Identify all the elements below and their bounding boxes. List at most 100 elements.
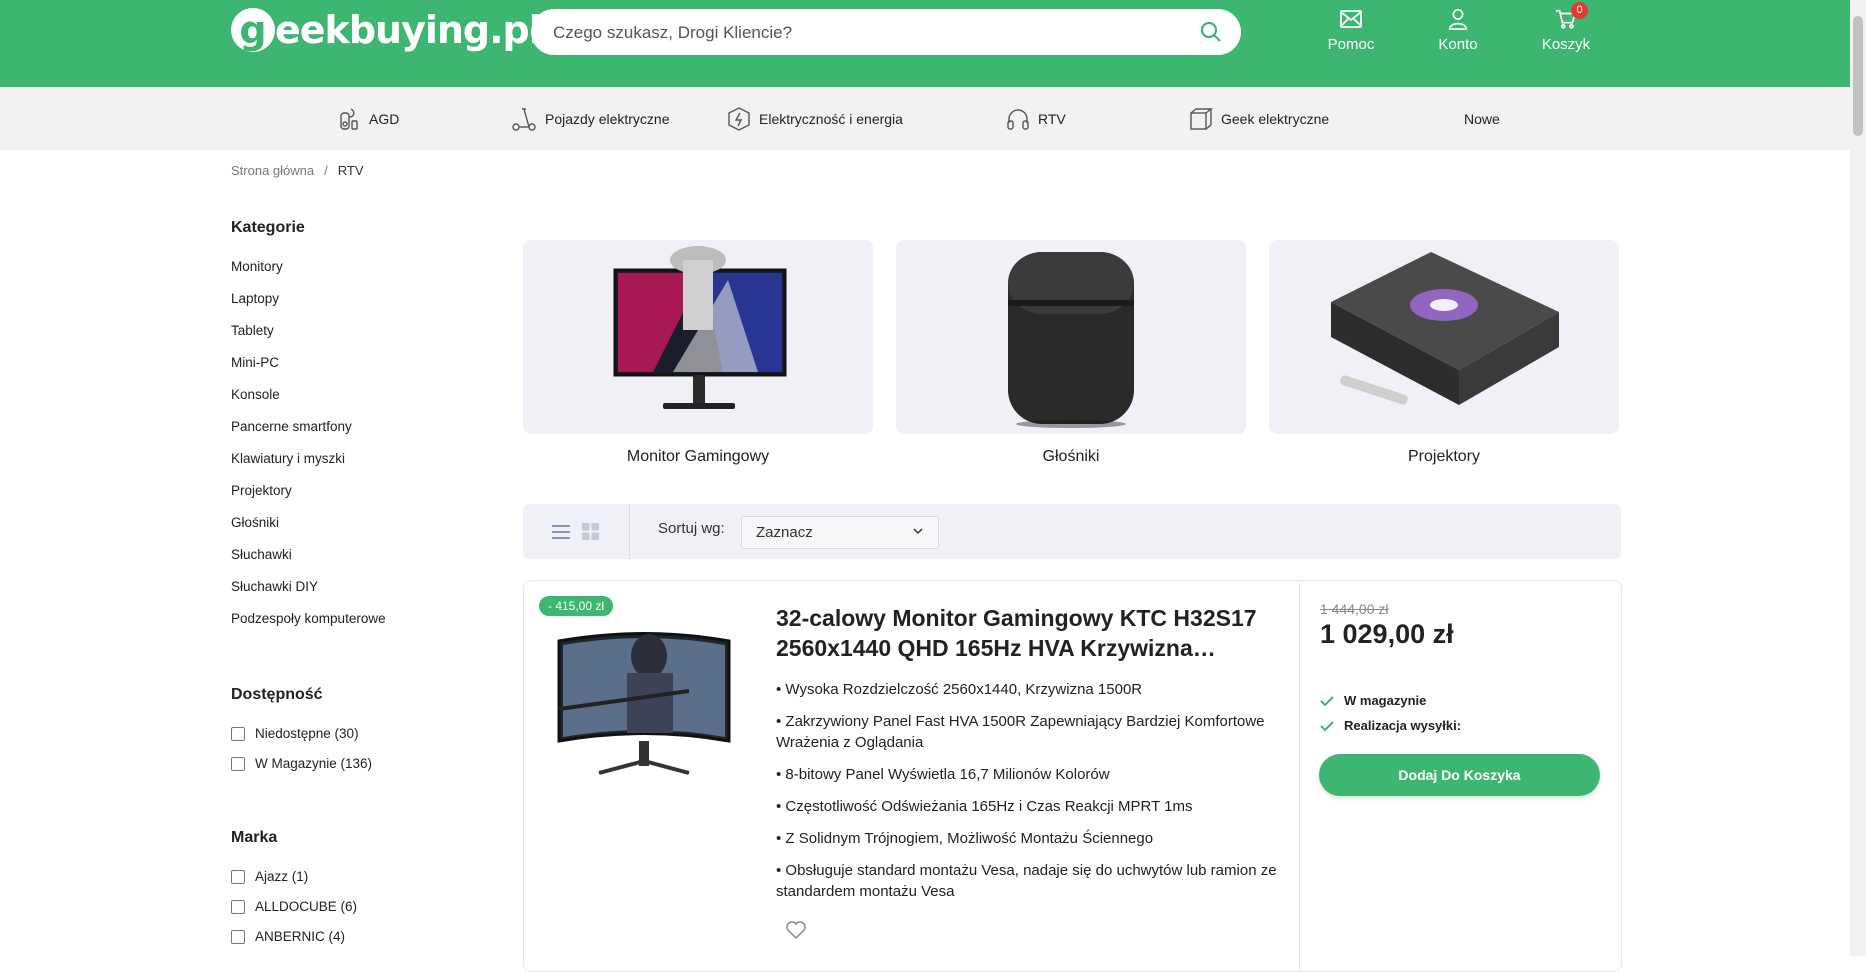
- feature-item: • Z Solidnym Trójnogiem, Możliwość Monta…: [776, 830, 1154, 847]
- category-card-label[interactable]: Projektory: [1269, 448, 1619, 466]
- category-card-projectors[interactable]: [1269, 240, 1619, 434]
- cart-label: Koszyk: [1541, 36, 1591, 53]
- help-label: Pomoc: [1327, 36, 1375, 53]
- category-card-label[interactable]: Głośniki: [896, 448, 1246, 466]
- nav-label: AGD: [369, 110, 400, 127]
- availability-filter[interactable]: Niedostępne (30): [231, 726, 359, 741]
- logo-mark: g: [231, 8, 275, 52]
- account-label: Konto: [1438, 36, 1478, 53]
- nav-item-electric-vehicles[interactable]: Pojazdy elektryczne: [511, 87, 670, 150]
- user-icon: [1448, 9, 1468, 30]
- sidebar-category-link[interactable]: Słuchawki DIY: [231, 579, 318, 594]
- checkbox[interactable]: [231, 869, 245, 884]
- nav-item-rtv[interactable]: RTV: [1006, 87, 1066, 150]
- heart-icon[interactable]: [786, 921, 806, 939]
- breadcrumb-home[interactable]: Strona główna: [231, 163, 314, 178]
- stock-status: W magazynie: [1320, 693, 1426, 708]
- filter-label: ANBERNIC (4): [255, 929, 346, 944]
- product-divider: [1299, 581, 1300, 971]
- product-image[interactable]: [539, 601, 749, 781]
- site-header: g eekbuying.pl Pomoc Konto 0 Koszyk: [0, 0, 1850, 87]
- sidebar-category-link[interactable]: Klawiatury i myszki: [231, 451, 345, 466]
- cart-button[interactable]: 0 Koszyk: [1526, 2, 1606, 53]
- category-card-gaming-monitor[interactable]: [523, 240, 873, 434]
- brand-heading: Marka: [231, 829, 278, 846]
- feature-item: • 8-bitowy Panel Wyświetla 16,7 Milionów…: [776, 766, 1110, 783]
- headphones-icon: [1007, 108, 1029, 130]
- checkbox[interactable]: [231, 899, 245, 914]
- sidebar-category-link[interactable]: Monitory: [231, 259, 283, 274]
- nav-label: Pojazdy elektryczne: [545, 110, 670, 127]
- category-nav: AGD Pojazdy elektryczne Elektryczność i …: [0, 87, 1850, 150]
- appliance-icon: [340, 107, 358, 130]
- grid-view-icon[interactable]: [582, 523, 599, 540]
- sort-select[interactable]: Zaznacz: [741, 516, 939, 549]
- filter-label: W Magazynie (136): [255, 756, 373, 771]
- shipping-label: Realizacja wysyłki:: [1344, 718, 1462, 733]
- site-logo[interactable]: g eekbuying.pl: [231, 4, 542, 56]
- availability-filter[interactable]: W Magazynie (136): [231, 756, 372, 771]
- filter-label: Ajazz (1): [255, 869, 309, 884]
- search-box: [531, 9, 1241, 57]
- feature-item: • Obsługuje standard montażu Vesa, nadaj…: [776, 862, 1277, 900]
- product-card: - 415,00 zł 32-calowy Monitor Gamingowy …: [523, 580, 1622, 972]
- account-button[interactable]: Konto: [1418, 8, 1498, 53]
- shipping-status: Realizacja wysyłki:: [1320, 718, 1461, 733]
- filter-label: Niedostępne (30): [255, 726, 359, 741]
- sidebar-category-link[interactable]: Projektory: [231, 483, 292, 498]
- scrollbar-thumb[interactable]: [1853, 16, 1863, 136]
- sidebar-category-link[interactable]: Laptopy: [231, 291, 279, 306]
- projector-image: [1331, 252, 1559, 405]
- brand-filter[interactable]: ALLDOCUBE (6): [231, 899, 357, 914]
- nav-label: Nowe: [1464, 110, 1500, 127]
- filter-label: ALLDOCUBE (6): [255, 899, 358, 914]
- sidebar-category-link[interactable]: Konsole: [231, 387, 280, 402]
- category-card-speakers[interactable]: [896, 240, 1246, 434]
- sidebar-category-link[interactable]: Podzespoły komputerowe: [231, 611, 386, 626]
- sidebar-category-link[interactable]: Głośniki: [231, 515, 279, 530]
- categories-heading: Kategorie: [231, 219, 305, 236]
- scooter-icon: [512, 107, 536, 131]
- product-title[interactable]: 32-calowy Monitor Gamingowy KTC H32S17 2…: [776, 603, 1276, 663]
- nav-item-geek-electric[interactable]: Geek elektryczne: [1189, 87, 1329, 150]
- nav-item-new[interactable]: Nowe: [1464, 87, 1500, 150]
- sidebar-category-link[interactable]: Tablety: [231, 323, 274, 338]
- check-icon: [1320, 720, 1334, 731]
- nav-label: Elektryczność i energia: [759, 110, 903, 127]
- checkbox[interactable]: [231, 929, 245, 944]
- add-to-cart-button[interactable]: Dodaj Do Koszyka: [1319, 754, 1600, 796]
- page-scrollbar[interactable]: [1850, 0, 1866, 956]
- nav-item-electricity[interactable]: Elektryczność i energia: [727, 87, 903, 150]
- product-toolbar: Sortuj wg: Zaznacz: [523, 504, 1621, 559]
- breadcrumb-current: RTV: [337, 163, 364, 178]
- search-icon[interactable]: [1199, 20, 1223, 44]
- nav-item-agd[interactable]: AGD: [337, 87, 399, 150]
- speaker-image: [1008, 252, 1134, 428]
- discount-badge: - 415,00 zł: [539, 596, 614, 616]
- current-price: 1 029,00 zł: [1320, 619, 1454, 649]
- sidebar-category-link[interactable]: Słuchawki: [231, 547, 292, 562]
- lightning-icon: [728, 106, 750, 131]
- checkbox[interactable]: [231, 726, 245, 741]
- sidebar-category-link[interactable]: Mini-PC: [231, 355, 279, 370]
- list-view-icon[interactable]: [552, 524, 570, 540]
- sort-select-value: Zaznacz: [756, 524, 813, 541]
- brand-filter[interactable]: Ajazz (1): [231, 869, 308, 884]
- brand-filter[interactable]: ANBERNIC (4): [231, 929, 345, 944]
- help-button[interactable]: Pomoc: [1311, 8, 1391, 53]
- feature-item: • Zakrzywiony Panel Fast HVA 1500R Zapew…: [776, 713, 1265, 751]
- cart-count-badge: 0: [1571, 2, 1588, 19]
- nav-label: RTV: [1038, 110, 1066, 127]
- nav-label: Geek elektryczne: [1221, 110, 1330, 127]
- cube-icon: [1190, 107, 1213, 130]
- checkbox[interactable]: [231, 756, 245, 771]
- breadcrumb: Strona główna / RTV: [231, 163, 364, 178]
- sidebar-category-link[interactable]: Pancerne smartfony: [231, 419, 352, 434]
- old-price: 1 444,00 zł: [1320, 601, 1389, 617]
- feature-item: • Wysoka Rozdzielczość 2560x1440, Krzywi…: [776, 681, 1143, 698]
- category-card-label[interactable]: Monitor Gamingowy: [523, 448, 873, 466]
- sort-label: Sortuj wg:: [658, 520, 725, 537]
- search-input[interactable]: [551, 9, 1175, 57]
- feature-item: • Częstotliwość Odświeżania 165Hz i Czas…: [776, 798, 1193, 815]
- chevron-down-icon: [913, 528, 923, 535]
